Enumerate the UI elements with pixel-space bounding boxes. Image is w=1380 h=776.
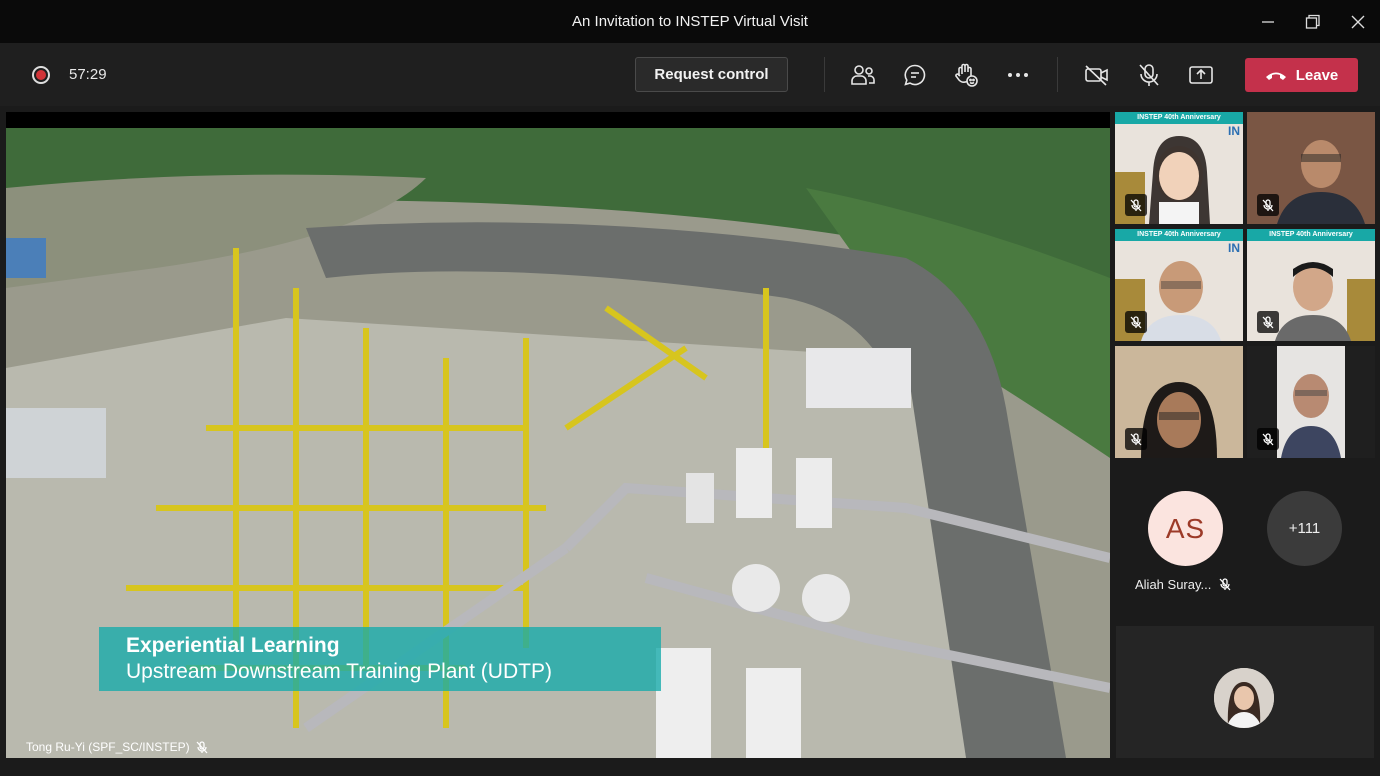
- mic-off-icon: [196, 740, 208, 753]
- participant-tile[interactable]: INSTEP 40th Anniversary IN: [1115, 112, 1243, 224]
- participant-tile[interactable]: [1115, 346, 1243, 458]
- more-options-button[interactable]: [1005, 62, 1031, 88]
- leave-label: Leave: [1295, 66, 1339, 84]
- reactions-button[interactable]: [953, 62, 979, 88]
- presenter-name: Tong Ru-Yi (SPF_SC/INSTEP): [26, 740, 190, 754]
- mic-off-icon: [1262, 198, 1274, 211]
- window-controls: [1245, 0, 1380, 43]
- restore-icon: [1305, 14, 1320, 29]
- mic-off-icon: [1262, 432, 1274, 445]
- presenter-label: Tong Ru-Yi (SPF_SC/INSTEP): [26, 740, 208, 754]
- mic-off-icon: [1139, 64, 1159, 86]
- self-avatar: [1214, 668, 1274, 728]
- participant-tile[interactable]: INSTEP 40th Anniversary IN: [1115, 229, 1243, 341]
- mic-off-icon: [1130, 198, 1142, 211]
- camera-off-icon: [1085, 65, 1108, 86]
- mic-off-icon: [1262, 315, 1274, 328]
- close-button[interactable]: [1335, 0, 1380, 43]
- participant-tile[interactable]: [1247, 346, 1375, 458]
- people-icon: [851, 65, 875, 85]
- muted-indicator: [1125, 428, 1147, 450]
- request-control-button[interactable]: Request control: [635, 57, 788, 92]
- muted-indicator: [1125, 311, 1147, 333]
- leave-button[interactable]: Leave: [1245, 58, 1358, 92]
- mic-off-icon: [1130, 432, 1142, 445]
- self-avatar-photo: [1214, 668, 1274, 728]
- title-bar: An Invitation to INSTEP Virtual Visit: [0, 0, 1380, 43]
- toolbar-divider: [1057, 57, 1058, 92]
- participant-tile[interactable]: INSTEP 40th Anniversary: [1247, 229, 1375, 341]
- share-screen-button[interactable]: [1188, 62, 1214, 88]
- microphone-button[interactable]: [1136, 62, 1162, 88]
- minimize-icon: [1261, 20, 1274, 23]
- more-icon: [1008, 73, 1028, 77]
- mic-off-icon: [1219, 578, 1231, 591]
- participant-label: Aliah Suray...: [1135, 577, 1231, 592]
- restore-button[interactable]: [1290, 0, 1335, 43]
- muted-indicator: [1257, 428, 1279, 450]
- mic-off-icon: [1130, 315, 1142, 328]
- participant-avatar[interactable]: AS: [1148, 491, 1223, 566]
- hang-up-icon: [1265, 72, 1286, 80]
- meeting-toolbar: 57:29 Request control Leave: [0, 43, 1380, 107]
- self-view-tile[interactable]: [1116, 626, 1374, 758]
- shared-screen-letterbox: [6, 112, 1110, 128]
- shared-screen: Experiential Learning Upstream Downstrea…: [6, 112, 1110, 758]
- recording-icon: [32, 66, 50, 84]
- chat-button[interactable]: [902, 62, 928, 88]
- minimize-button[interactable]: [1245, 0, 1290, 43]
- participant-name: Aliah Suray...: [1135, 577, 1212, 592]
- window-title: An Invitation to INSTEP Virtual Visit: [572, 13, 808, 30]
- muted-indicator: [1257, 311, 1279, 333]
- meeting-stage: Experiential Learning Upstream Downstrea…: [0, 106, 1380, 776]
- caption-subtitle: Upstream Downstream Training Plant (UDTP…: [126, 660, 552, 683]
- chat-icon: [904, 64, 926, 86]
- participants-button[interactable]: [850, 62, 876, 88]
- more-participants-button[interactable]: +111: [1267, 491, 1342, 566]
- close-icon: [1351, 15, 1364, 28]
- meeting-timer: 57:29: [69, 66, 107, 83]
- share-screen-icon: [1189, 66, 1213, 84]
- raise-hand-icon: [955, 63, 978, 87]
- participant-tile[interactable]: [1247, 112, 1375, 224]
- muted-indicator: [1257, 194, 1279, 216]
- muted-indicator: [1125, 194, 1147, 216]
- camera-button[interactable]: [1084, 62, 1110, 88]
- toolbar-divider: [824, 57, 825, 92]
- caption-title: Experiential Learning: [126, 634, 340, 657]
